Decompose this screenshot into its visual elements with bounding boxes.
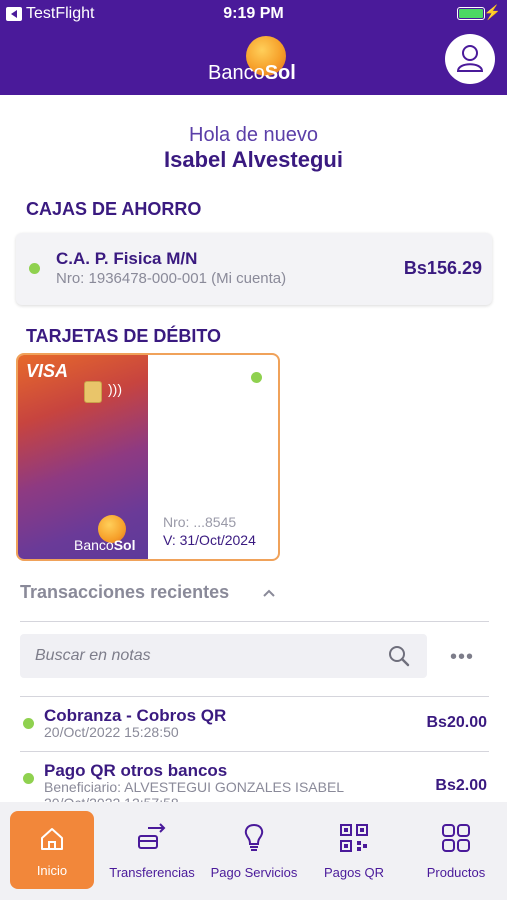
- nav-label: Pago Servicios: [210, 865, 298, 880]
- transfer-icon: [138, 823, 166, 849]
- nav-label: Productos: [426, 865, 486, 880]
- card-number: Nro: ...8545: [163, 514, 237, 530]
- card-brand-left: Banco: [74, 537, 114, 553]
- status-time: 9:19 PM: [223, 5, 284, 22]
- brand-text-left: Banco: [208, 62, 265, 84]
- nav-item-pago-servicios[interactable]: Pago Servicios: [208, 816, 300, 890]
- transaction-title: Cobranza - Cobros QR: [44, 706, 227, 725]
- lightbulb-icon: [244, 823, 264, 851]
- card-status-dot: [251, 372, 262, 383]
- savings-section-title: CAJAS DE AHORRO: [26, 199, 202, 219]
- nav-label: Pagos QR: [324, 865, 384, 880]
- transaction-amount: Bs20.00: [426, 714, 488, 731]
- user-icon: [456, 45, 484, 72]
- card-brand-right: Sol: [113, 537, 136, 553]
- visa-logo: VISA: [26, 361, 69, 381]
- notes-search-input[interactable]: Buscar en notas: [20, 634, 427, 678]
- nav-label: Transferencias: [109, 865, 195, 880]
- divider: [20, 696, 489, 697]
- app-header: TestFlight 9:19 PM ⚡ BancoSol: [0, 0, 507, 95]
- status-dot: [23, 718, 34, 729]
- transactions-title: Transacciones recientes: [20, 582, 230, 602]
- brand-text-right: Sol: [264, 62, 296, 84]
- account-balance: Bs156.29: [403, 258, 482, 278]
- account-number: Nro: 1936478-000-001 (Mi cuenta): [56, 270, 287, 287]
- more-options-button[interactable]: •••: [450, 646, 476, 668]
- divider: [20, 751, 489, 752]
- debit-section-title: TARJETAS DE DÉBITO: [26, 326, 222, 346]
- nav-item-productos[interactable]: Productos: [410, 816, 502, 890]
- chip-icon: [84, 381, 102, 403]
- profile-button[interactable]: [445, 34, 495, 84]
- user-name: Isabel Alvestegui: [164, 147, 343, 172]
- debit-card[interactable]: VISA ))) BancoSol Nro: ...8545 V: 31/Oct…: [16, 353, 280, 561]
- home-icon: [41, 828, 63, 850]
- transaction-row[interactable]: Cobranza - Cobros QR 20/Oct/2022 15:28:5…: [20, 706, 489, 746]
- transaction-amount: Bs2.00: [435, 777, 487, 794]
- search-placeholder: Buscar en notas: [35, 647, 151, 664]
- qr-icon: [340, 824, 368, 852]
- search-icon[interactable]: [387, 644, 411, 668]
- transaction-row[interactable]: Pago QR otros bancos Beneficiario: ALVES…: [20, 761, 489, 805]
- divider: [20, 621, 489, 622]
- transaction-date: 20/Oct/2022 15:28:50: [44, 724, 179, 740]
- status-dot: [29, 263, 40, 274]
- savings-account-card[interactable]: C.A. P. Fisica M/N Nro: 1936478-000-001 …: [16, 233, 492, 305]
- nav-item-pagos-qr[interactable]: Pagos QR: [308, 816, 400, 890]
- account-name: C.A. P. Fisica M/N: [56, 249, 198, 268]
- nav-item-transferencias[interactable]: Transferencias: [106, 816, 198, 890]
- battery-icon: [457, 7, 485, 20]
- card-expiry: V: 31/Oct/2024: [163, 532, 256, 548]
- nav-item-inicio[interactable]: Inicio: [10, 811, 94, 889]
- card-artwork: VISA ))) BancoSol: [18, 355, 148, 559]
- status-bar: TestFlight 9:19 PM ⚡: [0, 0, 507, 28]
- transaction-beneficiary: Beneficiario: ALVESTEGUI GONZALES ISABEL: [44, 779, 345, 795]
- chevron-up-icon[interactable]: [262, 586, 276, 600]
- nav-label: Inicio: [36, 863, 68, 878]
- transaction-title: Pago QR otros bancos: [44, 761, 228, 780]
- grid-icon: [442, 824, 470, 852]
- bottom-nav: Inicio Transferencias Pago Servicios Pag…: [0, 802, 507, 900]
- greeting-text: Hola de nuevo: [189, 124, 318, 146]
- status-dot: [23, 773, 34, 784]
- contactless-icon: ))): [108, 381, 122, 397]
- bancosol-logo: BancoSol: [206, 34, 302, 88]
- charging-icon: ⚡: [483, 4, 501, 20]
